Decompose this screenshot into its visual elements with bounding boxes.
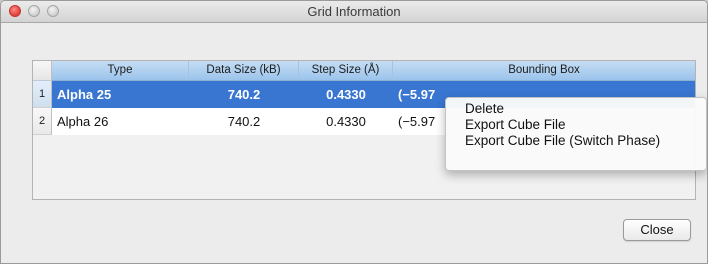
column-header-type[interactable]: Type	[52, 61, 189, 80]
cell-step-size[interactable]: 0.4330	[299, 108, 393, 135]
title-bar[interactable]: Grid Information	[1, 1, 707, 23]
menu-item-export-cube-file-switch-phase[interactable]: Export Cube File (Switch Phase)	[446, 133, 706, 149]
cell-data-size[interactable]: 740.2	[189, 81, 299, 108]
grid-information-window: Grid Information Type Data Size (kB) Ste…	[0, 0, 708, 264]
row-number[interactable]: 1	[33, 81, 52, 108]
menu-item-delete[interactable]: Delete	[446, 101, 706, 117]
cell-type[interactable]: Alpha 25	[52, 81, 189, 108]
row-number[interactable]: 2	[33, 108, 52, 135]
table-header: Type Data Size (kB) Step Size (Å) Boundi…	[52, 61, 695, 81]
column-header-step-size[interactable]: Step Size (Å)	[299, 61, 393, 80]
table-corner	[33, 61, 52, 81]
cell-data-size[interactable]: 740.2	[189, 108, 299, 135]
cell-step-size[interactable]: 0.4330	[299, 81, 393, 108]
menu-item-export-cube-file[interactable]: Export Cube File	[446, 117, 706, 133]
window-title: Grid Information	[307, 4, 401, 19]
close-button[interactable]: Close	[623, 219, 691, 241]
cell-type[interactable]: Alpha 26	[52, 108, 189, 135]
context-menu: Delete Export Cube File Export Cube File…	[445, 97, 707, 171]
column-header-data-size[interactable]: Data Size (kB)	[189, 61, 299, 80]
column-header-bounding-box[interactable]: Bounding Box	[393, 61, 695, 80]
